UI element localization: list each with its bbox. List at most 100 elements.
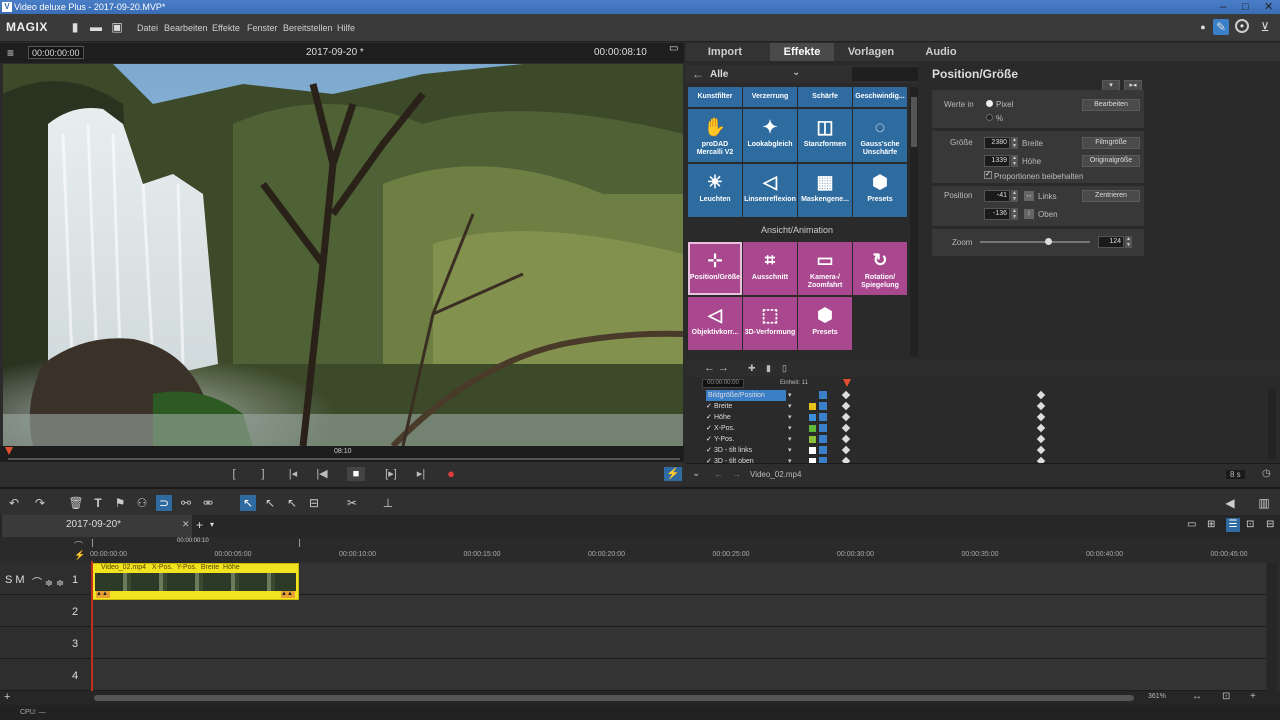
keyframe-diamond[interactable]: [1036, 423, 1046, 433]
links-input[interactable]: -41: [984, 190, 1010, 202]
clip-fade-out-icon[interactable]: ▲▲: [281, 591, 295, 598]
kf-timecode[interactable]: 00:00:00:00: [702, 379, 744, 388]
prev-marker-button[interactable]: |◀: [313, 467, 331, 481]
kf-row-dropdown-icon[interactable]: ▾: [788, 445, 792, 456]
category-verzerrung[interactable]: Verzerrung: [743, 87, 797, 107]
playhead-marker[interactable]: [5, 447, 13, 455]
kf-row[interactable]: Y-Pos. ✓ ▾: [686, 434, 1276, 445]
keyframe-diamond[interactable]: [1036, 390, 1046, 400]
view-menu-icon[interactable]: ⊟: [1266, 519, 1274, 530]
fx-filter-label[interactable]: Alle: [710, 69, 728, 80]
close-icon[interactable]: ✕: [1264, 0, 1273, 14]
kf-row-dropdown-icon[interactable]: ▾: [788, 390, 792, 401]
keyframe-diamond[interactable]: [1036, 412, 1046, 422]
collapse-icon[interactable]: ⌄: [692, 468, 700, 479]
zoom-in-icon[interactable]: +: [1250, 691, 1256, 702]
category-geschwindigkeit[interactable]: Geschwindig...: [853, 87, 907, 107]
tab-vorlagen[interactable]: Vorlagen: [840, 43, 902, 61]
minimize-icon[interactable]: –: [1220, 0, 1226, 14]
track-options-icon[interactable]: ⌒ ≑ ≑: [32, 574, 64, 589]
kf-row-toggle-icon[interactable]: [819, 424, 827, 432]
menu-icon[interactable]: ≡: [7, 46, 14, 60]
kf-row[interactable]: X-Pos. ✓ ▾: [686, 423, 1276, 434]
insert-icon[interactable]: ⊥: [380, 495, 396, 511]
pointer-all-icon[interactable]: ↖: [284, 495, 300, 511]
kf-add-icon[interactable]: ✚: [748, 363, 756, 374]
pointer-multi-icon[interactable]: ↖: [262, 495, 278, 511]
volume-icon[interactable]: ◀: [1222, 495, 1238, 511]
kf-row-toggle-icon[interactable]: [819, 435, 827, 443]
video-clip[interactable]: Video_02.mp4 X-Pos. Y-Pos. Breite Höhe ▲…: [92, 563, 299, 600]
fx-3d-verformung[interactable]: ⬚ 3D-Verformung: [743, 297, 797, 350]
keyframe-diamond[interactable]: [1036, 445, 1046, 455]
next-marker-button[interactable]: [▸]: [382, 467, 400, 481]
kf-prev-icon[interactable]: ←: [704, 362, 715, 374]
clock-icon[interactable]: ◷: [1262, 468, 1271, 479]
lightning-icon[interactable]: ⚡: [74, 550, 85, 561]
fx-linsenreflexion[interactable]: ◁ Linsenreflexion: [743, 164, 797, 217]
maximize-icon[interactable]: □: [1242, 0, 1249, 14]
track-header[interactable]: 3: [0, 627, 90, 659]
tab-dropdown-icon[interactable]: ▾: [210, 520, 214, 529]
timecode-left[interactable]: 00:00:00:00: [28, 46, 84, 59]
kf-copy-icon[interactable]: ▯: [782, 363, 787, 374]
fx-rotation[interactable]: ↻ Rotation/ Spiegelung: [853, 242, 907, 295]
title-icon[interactable]: T: [90, 495, 106, 511]
fx-stanzformen[interactable]: ◫ Stanzformen: [798, 109, 852, 162]
zoom-slider-thumb[interactable]: [1045, 238, 1053, 245]
view-timeline-icon[interactable]: ☰: [1226, 518, 1240, 532]
fit-width-icon[interactable]: ↔: [1192, 691, 1202, 702]
track-lane[interactable]: [91, 627, 1266, 659]
keyframe-diamond[interactable]: [841, 412, 851, 422]
hoehe-input[interactable]: 1339: [984, 155, 1010, 167]
view-storyboard-icon[interactable]: ⊞: [1207, 519, 1215, 530]
track-lane[interactable]: [91, 659, 1266, 691]
tab-audio[interactable]: Audio: [910, 43, 972, 61]
range-bar[interactable]: 00:00:00:10: [92, 538, 300, 547]
mark-in-button[interactable]: [: [225, 467, 243, 481]
track-header[interactable]: 2: [0, 595, 90, 627]
video-preview[interactable]: [3, 64, 683, 446]
timeline-ruler[interactable]: ⌒ ⚡ 00:00:00:10 00:00:00:00 00:00:05:00 00…: [0, 537, 1280, 561]
category-schaerfe[interactable]: Schärfe: [798, 87, 852, 107]
hscroll-thumb[interactable]: [94, 695, 1134, 701]
kf-row-color[interactable]: [809, 425, 816, 432]
group-icon[interactable]: ⚇: [134, 495, 150, 511]
filmgroesse-button[interactable]: Filmgröße: [1082, 137, 1140, 149]
zentrieren-button[interactable]: Zentrieren: [1082, 190, 1140, 202]
category-kunstfilter[interactable]: Kunstfilter: [688, 87, 742, 107]
kf-row-checkbox[interactable]: ✓: [706, 423, 712, 434]
quick-action-icon[interactable]: ⚡: [664, 467, 682, 481]
kf-row-color[interactable]: [809, 436, 816, 443]
jump-start-button[interactable]: |◂: [284, 467, 302, 481]
fx-leuchten[interactable]: ☀ Leuchten: [688, 164, 742, 217]
jump-end-button[interactable]: ▸|: [412, 467, 430, 481]
new-file-icon[interactable]: ▮: [68, 20, 82, 34]
tab-import[interactable]: Import: [694, 43, 756, 61]
fx-position-groesse[interactable]: ⊹ Position/Größe: [688, 242, 742, 295]
link-icon[interactable]: ⚯: [178, 495, 194, 511]
kf-nav-left-icon[interactable]: ←: [714, 469, 723, 479]
user-icon[interactable]: ✎: [1213, 19, 1229, 35]
chevron-down-icon[interactable]: ⌄: [792, 67, 800, 78]
tab-close-icon[interactable]: ✕: [182, 519, 190, 530]
kf-scrollbar[interactable]: [1268, 389, 1276, 459]
marker-icon[interactable]: ⚑: [112, 495, 128, 511]
mixer-icon[interactable]: ▥: [1256, 495, 1272, 511]
zoom-input[interactable]: 124: [1098, 236, 1124, 248]
record-button[interactable]: ●: [442, 467, 460, 481]
kf-row[interactable]: Bildgröße/Position ▾: [686, 390, 1276, 401]
clip-fade-in-icon[interactable]: ▲▲: [96, 591, 110, 598]
timeline-vscroll[interactable]: [1267, 563, 1277, 691]
fx-mercalli[interactable]: ✋ proDAD Mercalli V2: [688, 109, 742, 162]
kf-row-color[interactable]: [809, 414, 816, 421]
add-tab-icon[interactable]: +: [196, 518, 203, 532]
keyframe-diamond[interactable]: [841, 434, 851, 444]
detach-icon[interactable]: ▭: [669, 43, 678, 54]
fx-ausschnitt[interactable]: ⌗ Ausschnitt: [743, 242, 797, 295]
redo-icon[interactable]: ↷: [32, 495, 48, 511]
hoehe-spinner[interactable]: ▲ ▼: [1011, 155, 1018, 167]
kf-row-checkbox[interactable]: ✓: [706, 434, 712, 445]
tab-project[interactable]: 2017-09-20* ✕: [2, 515, 192, 537]
kf-row[interactable]: Höhe ✓ ▾: [686, 412, 1276, 423]
